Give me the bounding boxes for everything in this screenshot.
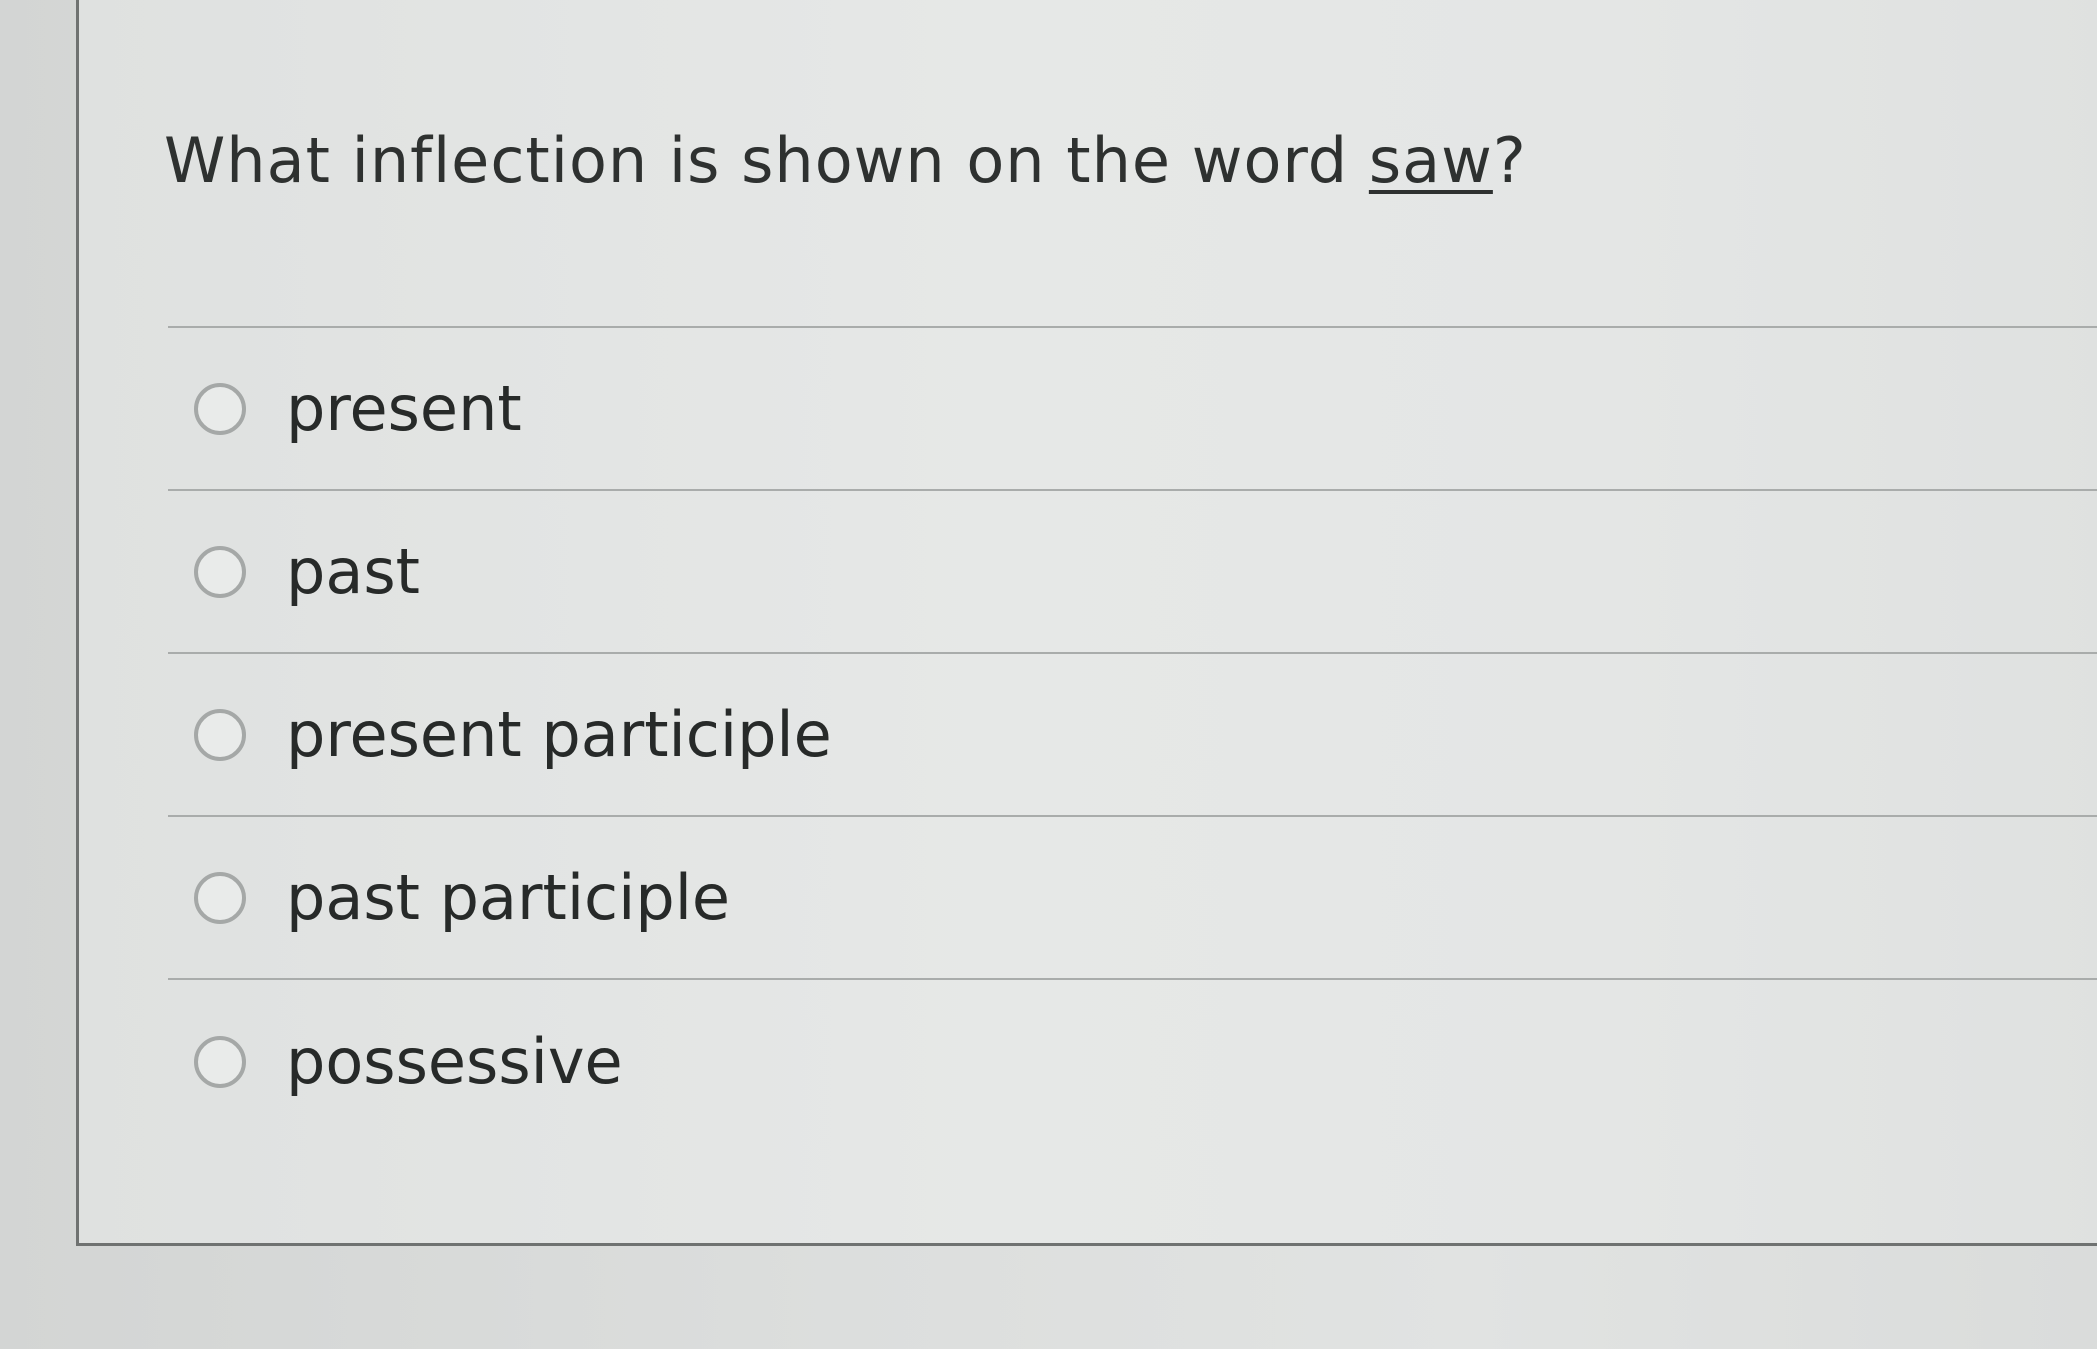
answer-label: past bbox=[286, 535, 420, 608]
answer-option-past-participle[interactable]: past participle bbox=[168, 817, 2097, 980]
answer-label: present participle bbox=[286, 698, 832, 771]
question-text: What inflection is shown on the word saw… bbox=[164, 124, 1527, 197]
answer-label: present bbox=[286, 372, 522, 445]
answer-option-past[interactable]: past bbox=[168, 491, 2097, 654]
answer-option-possessive[interactable]: possessive bbox=[168, 980, 2097, 1143]
question-prefix: What inflection is shown on the word bbox=[164, 124, 1369, 197]
answer-label: past participle bbox=[286, 861, 731, 934]
radio-button[interactable] bbox=[194, 382, 246, 435]
answer-options: present past present participle past par… bbox=[168, 326, 2097, 1143]
answer-option-present[interactable]: present bbox=[168, 328, 2097, 491]
page: What inflection is shown on the word saw… bbox=[0, 0, 2097, 1349]
answer-label: possessive bbox=[286, 1025, 623, 1098]
radio-button[interactable] bbox=[194, 708, 246, 761]
radio-button[interactable] bbox=[194, 1035, 246, 1088]
radio-button[interactable] bbox=[194, 545, 246, 598]
answer-option-present-participle[interactable]: present participle bbox=[168, 654, 2097, 817]
question-target-word: saw bbox=[1368, 124, 1493, 197]
radio-button[interactable] bbox=[194, 871, 246, 924]
question-suffix: ? bbox=[1492, 124, 1527, 197]
